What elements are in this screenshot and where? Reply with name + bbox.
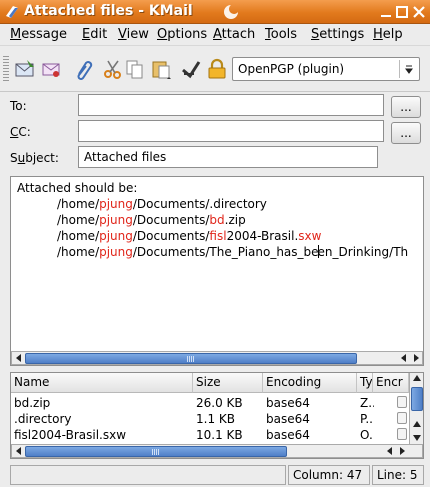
copy-icon[interactable] <box>124 58 146 80</box>
scroll-left-icon[interactable] <box>13 352 25 364</box>
cc-field[interactable] <box>78 120 384 142</box>
menu-edit[interactable]: Edit <box>82 27 107 42</box>
maximize-icon[interactable] <box>394 4 410 20</box>
encrypt-lock-icon[interactable] <box>206 58 228 80</box>
attachment-name: .directory <box>14 412 72 426</box>
menu-view[interactable]: View <box>118 27 149 42</box>
column-header-size[interactable]: Size <box>193 373 263 393</box>
cc-label: CC: <box>10 125 31 139</box>
attachment-size: 26.0 KB <box>196 396 243 410</box>
status-line: Line: 5 <box>372 465 424 485</box>
scroll-left-icon[interactable] <box>13 445 25 457</box>
message-body-editor[interactable]: Attached should be: /home/pjung/Document… <box>10 176 424 366</box>
attachment-size: 10.1 KB <box>196 428 243 442</box>
encrypt-checkbox[interactable] <box>397 428 407 440</box>
dropdown-arrow-icon[interactable] <box>399 60 417 78</box>
toolbar-grip[interactable] <box>3 56 9 82</box>
to-label: To: <box>10 99 27 113</box>
subject-field[interactable]: Attached files <box>78 146 378 168</box>
cut-icon[interactable] <box>102 58 124 80</box>
kmail-composer-window: Attached files - KMail Message Edit View… <box>0 0 430 487</box>
to-address-book-button[interactable]: ... <box>391 96 421 118</box>
attachment-name: bd.zip <box>14 396 51 410</box>
attachment-type: P.. <box>360 412 373 426</box>
attach-paperclip-icon[interactable] <box>72 58 94 80</box>
send-icon[interactable] <box>14 58 36 80</box>
attachments-vertical-scrollbar[interactable] <box>409 373 423 445</box>
scroll-up-icon[interactable] <box>411 373 423 388</box>
attachment-encoding: base64 <box>266 396 310 410</box>
attachments-list: Name Size Encoding Ty Encr bd.zip 26.0 K… <box>10 372 424 459</box>
crypto-module-select[interactable]: OpenPGP (plugin) <box>232 57 420 81</box>
menu-message[interactable]: Message <box>10 27 67 42</box>
scroll-right-icon[interactable] <box>396 445 408 457</box>
spellcheck-icon[interactable] <box>180 58 202 80</box>
menu-attach[interactable]: Attach <box>213 27 255 42</box>
status-message <box>10 465 286 485</box>
status-column: Column: 47 <box>288 465 370 485</box>
subject-label: Subject: <box>10 151 59 165</box>
close-icon[interactable] <box>411 4 427 20</box>
scrollbar-thumb[interactable] <box>25 353 357 364</box>
attachment-type: O. <box>360 428 373 442</box>
editor-horizontal-scrollbar[interactable] <box>11 351 423 365</box>
body-path-line: /home/pjung/Documents/bd.zip <box>57 213 246 227</box>
crypto-module-value: OpenPGP (plugin) <box>238 62 345 76</box>
window-title: Attached files - KMail <box>24 3 193 19</box>
encrypt-checkbox[interactable] <box>397 412 407 424</box>
scroll-left-icon[interactable] <box>384 445 396 457</box>
menu-help[interactable]: Help <box>373 27 403 42</box>
scrollbar-thumb[interactable] <box>25 446 287 457</box>
attachment-type: Z.. <box>360 396 374 410</box>
column-header-name[interactable]: Name <box>11 373 193 393</box>
attachment-encoding: base64 <box>266 412 310 426</box>
body-path-line: /home/pjung/Documents/The_Piano_has_been… <box>57 245 409 259</box>
scrollbar-thumb[interactable] <box>411 387 423 411</box>
crescent-icon <box>222 3 240 21</box>
encrypt-checkbox[interactable] <box>397 396 407 408</box>
body-intro-line: Attached should be: <box>17 181 138 195</box>
title-bar[interactable]: Attached files - KMail <box>0 0 430 24</box>
cc-address-book-button[interactable]: ... <box>391 122 421 144</box>
paste-icon[interactable] <box>150 58 172 80</box>
body-path-line: /home/pjung/Documents/.directory <box>57 197 267 211</box>
menu-settings[interactable]: Settings <box>311 27 364 42</box>
body-path-line: /home/pjung/Documents/fisl2004-Brasil.sx… <box>57 229 322 243</box>
minimize-icon[interactable] <box>378 4 394 20</box>
scroll-right-icon[interactable] <box>410 352 422 364</box>
attachment-encoding: base64 <box>266 428 310 442</box>
column-header-encoding[interactable]: Encoding <box>263 373 357 393</box>
menu-bar: Message Edit View Options Attach Tools S… <box>0 24 430 46</box>
attachments-horizontal-scrollbar[interactable] <box>11 444 423 458</box>
scroll-left-icon[interactable] <box>398 352 410 364</box>
column-header-encrypt[interactable]: Encr <box>373 373 409 393</box>
attachment-size: 1.1 KB <box>196 412 235 426</box>
menu-options[interactable]: Options <box>157 27 207 42</box>
status-bar: Column: 47 Line: 5 <box>0 463 430 487</box>
kmail-icon <box>4 4 20 20</box>
sign-icon[interactable] <box>40 58 62 80</box>
toolbar: OpenPGP (plugin) <box>0 46 430 92</box>
attachment-name: fisl2004-Brasil.sxw <box>14 428 127 442</box>
to-field[interactable] <box>78 94 384 116</box>
menu-tools[interactable]: Tools <box>265 27 297 42</box>
column-header-type[interactable]: Ty <box>357 373 373 393</box>
